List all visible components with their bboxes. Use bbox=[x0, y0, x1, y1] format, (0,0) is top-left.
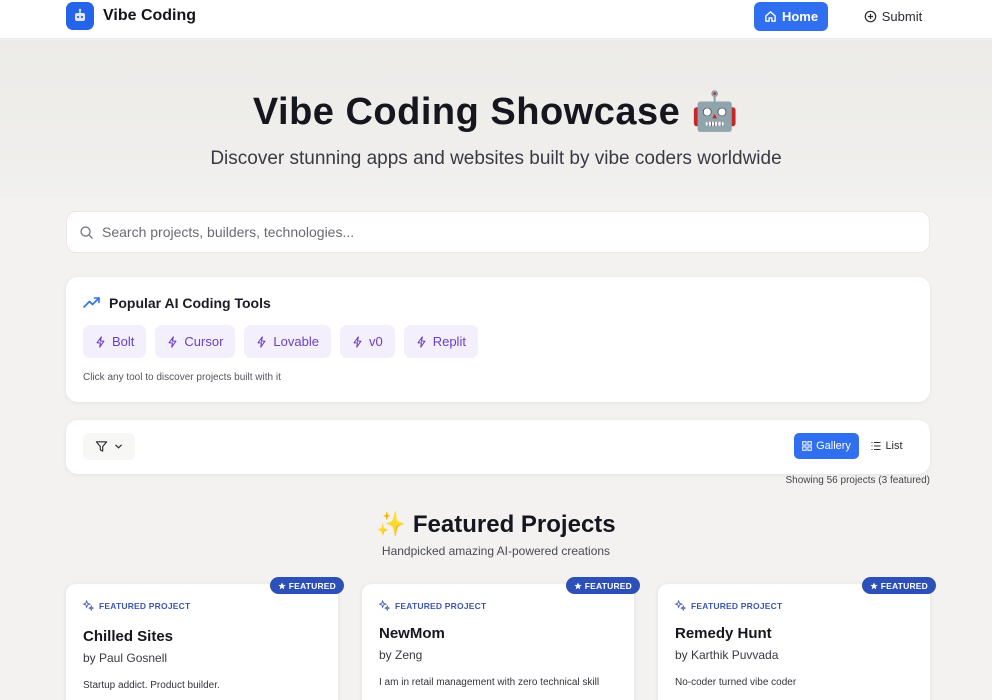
tools-hint: Click any tool to discover projects buil… bbox=[83, 372, 281, 383]
tool-chip-label: Lovable bbox=[273, 334, 319, 349]
featured-badge-label: FEATURED bbox=[584, 580, 632, 591]
project-author: by Paul Gosnell bbox=[83, 651, 168, 665]
tool-chip-bolt[interactable]: Bolt bbox=[83, 325, 147, 358]
gallery-view-button[interactable]: Gallery bbox=[794, 433, 859, 459]
project-name[interactable]: Remedy Hunt bbox=[675, 625, 772, 642]
zap-icon bbox=[353, 335, 362, 348]
featured-badge: FEATURED bbox=[565, 577, 640, 594]
tool-chip-label: Cursor bbox=[184, 334, 224, 349]
zap-icon bbox=[96, 335, 105, 348]
brand-name[interactable]: Vibe Coding bbox=[103, 7, 196, 25]
featured-badge: FEATURED bbox=[269, 577, 344, 594]
trending-up-icon bbox=[83, 297, 100, 308]
tool-chip-replit[interactable]: Replit bbox=[403, 325, 478, 358]
filter-bar: Gallery List bbox=[66, 420, 930, 474]
tool-chip-lovable[interactable]: Lovable bbox=[244, 325, 331, 358]
chevron-down-icon bbox=[115, 444, 122, 449]
featured-project-tag: FEATURED PROJECT bbox=[675, 600, 782, 611]
zap-icon bbox=[168, 335, 177, 348]
popular-tools-card: Popular AI Coding Tools Bolt Cursor Lova… bbox=[66, 277, 930, 402]
star-icon bbox=[870, 581, 878, 589]
featured-project-tag: FEATURED PROJECT bbox=[379, 600, 486, 611]
project-card-newmom[interactable]: FEATURED FEATURED PROJECT NewMom by Zeng… bbox=[362, 577, 640, 700]
tag-label: FEATURED PROJECT bbox=[691, 600, 783, 611]
submit-label: Submit bbox=[881, 9, 923, 24]
search-icon bbox=[80, 225, 93, 239]
home-label: Home bbox=[781, 9, 819, 24]
grid-icon bbox=[802, 441, 812, 451]
home-button[interactable]: Home bbox=[754, 2, 828, 31]
project-card-remedy-hunt[interactable]: FEATURED FEATURED PROJECT Remedy Hunt by… bbox=[658, 577, 936, 700]
list-view-button[interactable]: List bbox=[861, 433, 913, 459]
filter-dropdown-button[interactable] bbox=[83, 433, 135, 460]
featured-badge-label: FEATURED bbox=[288, 580, 336, 591]
gallery-label: Gallery bbox=[816, 440, 851, 452]
tool-chip-v0[interactable]: v0 bbox=[339, 325, 395, 358]
tag-label: FEATURED PROJECT bbox=[395, 600, 487, 611]
tools-heading: Popular AI Coding Tools bbox=[83, 295, 271, 311]
plus-circle-icon bbox=[864, 10, 877, 23]
results-count: Showing 56 projects (3 featured) bbox=[785, 475, 930, 486]
hero-section: Vibe Coding Showcase 🤖 Discover stunning… bbox=[0, 40, 992, 198]
project-name[interactable]: NewMom bbox=[379, 625, 445, 642]
featured-title: ✨ Featured Projects bbox=[376, 511, 616, 538]
view-toggle: Gallery List bbox=[794, 433, 914, 460]
project-author: by Karthik Puvvada bbox=[675, 648, 779, 662]
sparkles-icon bbox=[675, 600, 686, 611]
home-icon bbox=[765, 11, 776, 22]
sparkles-icon bbox=[83, 600, 94, 611]
tool-chip-row: Bolt Cursor Lovable v0 Replit bbox=[83, 325, 478, 358]
robot-icon[interactable] bbox=[66, 2, 94, 30]
star-icon bbox=[278, 581, 286, 589]
sparkles-icon bbox=[379, 600, 390, 611]
filter-icon bbox=[95, 441, 108, 452]
tag-label: FEATURED PROJECT bbox=[99, 600, 191, 611]
featured-badge-label: FEATURED bbox=[880, 580, 928, 591]
search-input[interactable] bbox=[102, 224, 902, 240]
tool-chip-label: v0 bbox=[368, 334, 383, 349]
star-icon bbox=[574, 581, 582, 589]
featured-badge: FEATURED bbox=[861, 577, 936, 594]
tool-chip-cursor[interactable]: Cursor bbox=[155, 325, 236, 358]
project-card-chilled-sites[interactable]: FEATURED FEATURED PROJECT Chilled Sites … bbox=[66, 577, 344, 700]
project-description: No-coder turned vibe coder bbox=[675, 677, 797, 688]
top-navbar: Vibe Coding Home Submit bbox=[0, 0, 992, 39]
project-description: I am in retail management with zero tech… bbox=[379, 677, 600, 688]
featured-project-tag: FEATURED PROJECT bbox=[83, 600, 190, 611]
project-description: Startup addict. Product builder. bbox=[83, 680, 220, 691]
tool-chip-label: Replit bbox=[432, 334, 466, 349]
tools-heading-text: Popular AI Coding Tools bbox=[109, 295, 271, 311]
tool-chip-label: Bolt bbox=[112, 334, 135, 349]
hero-title: Vibe Coding Showcase 🤖 bbox=[252, 91, 740, 133]
hero-subtitle: Discover stunning apps and websites buil… bbox=[210, 148, 782, 169]
project-name[interactable]: Chilled Sites bbox=[83, 628, 173, 645]
search-bar bbox=[66, 211, 930, 253]
list-label: List bbox=[885, 440, 903, 452]
zap-icon bbox=[417, 335, 426, 348]
featured-subtitle: Handpicked amazing AI-powered creations bbox=[381, 544, 611, 558]
project-author: by Zeng bbox=[379, 648, 423, 662]
zap-icon bbox=[257, 335, 266, 348]
list-icon bbox=[871, 442, 881, 450]
submit-button[interactable]: Submit bbox=[858, 2, 928, 31]
